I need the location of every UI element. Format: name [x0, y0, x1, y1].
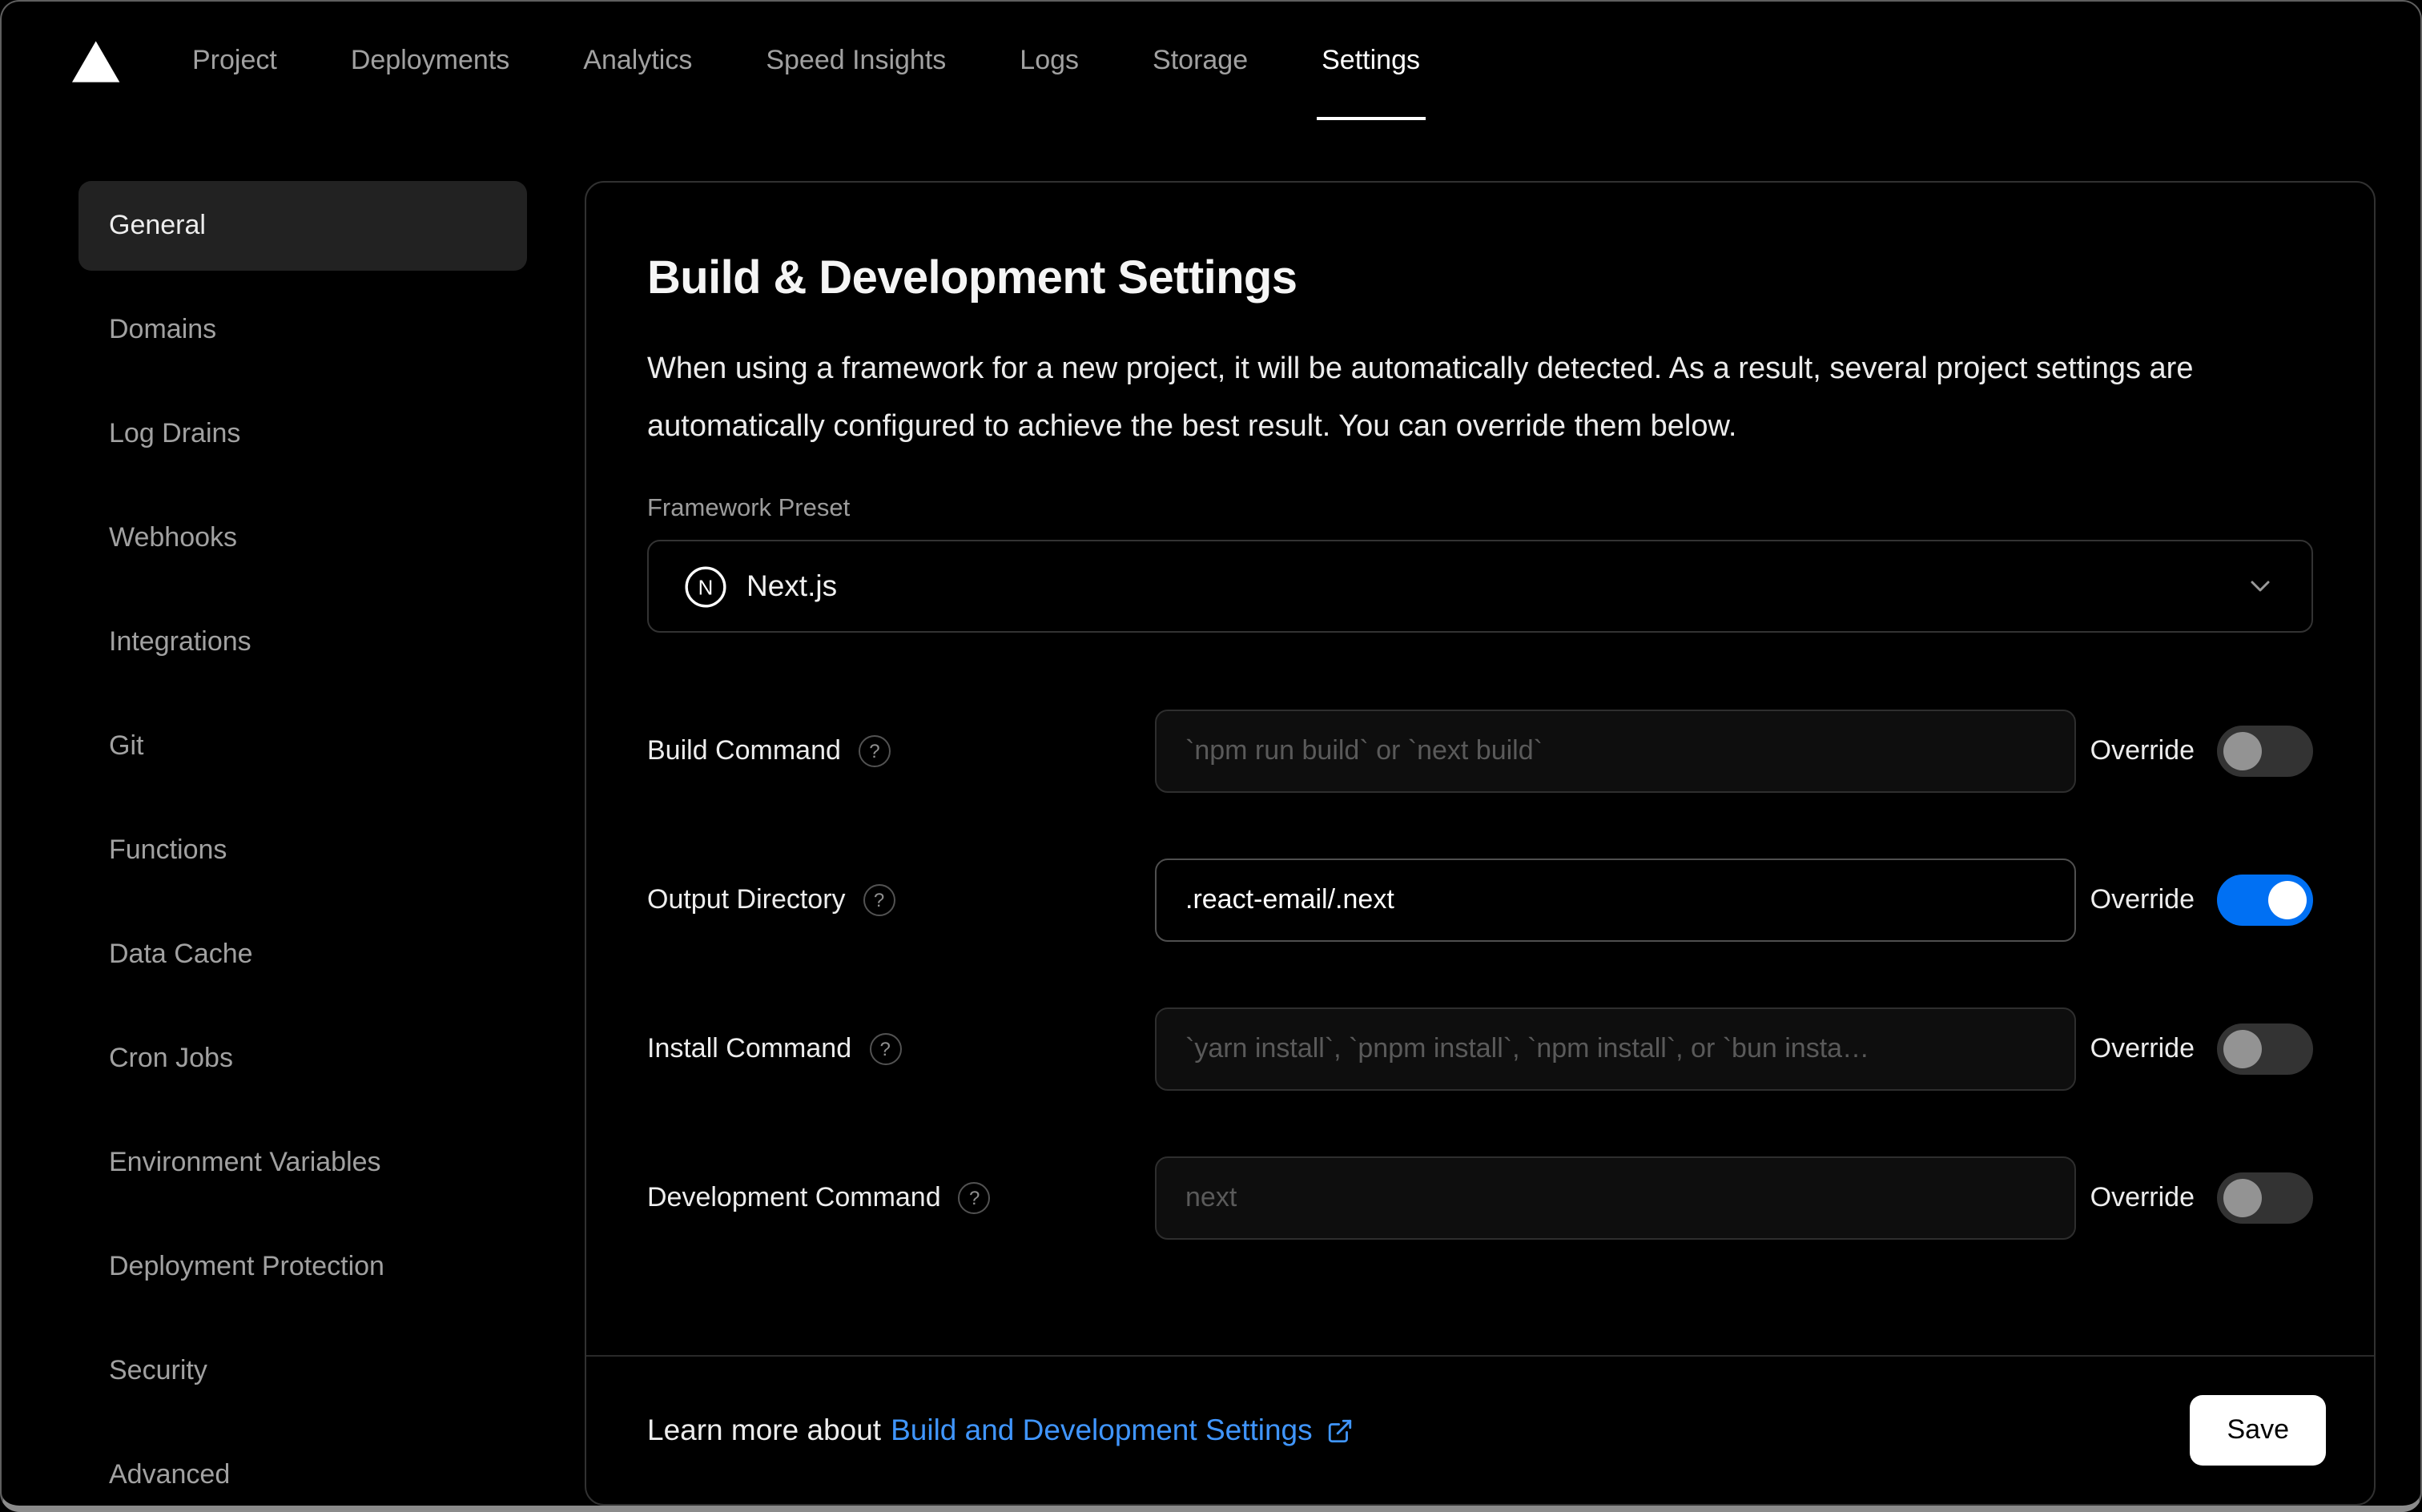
install-command-override-toggle[interactable] [2217, 1023, 2313, 1075]
development-command-label: Development Command ? [647, 1182, 1155, 1214]
output-directory-row: Output Directory ? Override [647, 859, 2313, 942]
settings-content: General Domains Log Drains Webhooks Inte… [2, 120, 2420, 1506]
output-directory-input[interactable] [1155, 859, 2076, 942]
nav-tab-settings[interactable]: Settings [1317, 2, 1426, 120]
development-command-label-text: Development Command [647, 1182, 941, 1212]
build-command-label-text: Build Command [647, 735, 841, 766]
nav-tab-speed-insights[interactable]: Speed Insights [761, 2, 951, 120]
sidebar-item-advanced[interactable]: Advanced [78, 1430, 527, 1506]
override-label: Override [2090, 884, 2195, 915]
install-command-label-text: Install Command [647, 1033, 852, 1064]
development-command-row: Development Command ? Override [647, 1156, 2313, 1240]
sidebar-item-webhooks[interactable]: Webhooks [78, 493, 527, 583]
build-command-override-toggle[interactable] [2217, 726, 2313, 777]
section-title: Build & Development Settings [647, 253, 1298, 304]
nav-tab-logs[interactable]: Logs [1015, 2, 1084, 120]
build-settings-body: Build & Development Settings When using … [586, 183, 2374, 1355]
output-directory-override: Override [2090, 875, 2313, 926]
toggle-knob [2268, 881, 2307, 919]
nav-tab-analytics[interactable]: Analytics [578, 2, 697, 120]
toggle-knob [2223, 1030, 2262, 1068]
build-settings-card: Build & Development Settings When using … [585, 181, 2376, 1506]
build-command-row: Build Command ? Override [647, 710, 2313, 793]
save-button[interactable]: Save [2190, 1395, 2326, 1466]
install-command-override: Override [2090, 1023, 2313, 1075]
output-directory-override-toggle[interactable] [2217, 875, 2313, 926]
sidebar-item-deployment-protection[interactable]: Deployment Protection [78, 1222, 527, 1312]
install-command-input[interactable] [1155, 1007, 2076, 1091]
vercel-logo-icon[interactable] [72, 2, 120, 120]
sidebar-item-security[interactable]: Security [78, 1326, 527, 1416]
card-footer: Learn more about Build and Development S… [586, 1355, 2374, 1504]
sidebar-item-general[interactable]: General [78, 181, 527, 271]
sidebar-item-data-cache[interactable]: Data Cache [78, 910, 527, 999]
sidebar-item-log-drains[interactable]: Log Drains [78, 389, 527, 479]
main-nav: Project Deployments Analytics Speed Insi… [187, 2, 1426, 120]
svg-text:N: N [698, 576, 714, 598]
toggle-knob [2223, 1179, 2262, 1217]
output-directory-help-icon[interactable]: ? [863, 884, 895, 916]
toggle-knob [2223, 732, 2262, 770]
chevron-down-icon [2244, 570, 2276, 602]
command-rows: Build Command ? Override Output D [647, 710, 2313, 1240]
learn-more-text: Learn more about Build and Development S… [647, 1413, 1354, 1448]
build-command-override: Override [2090, 726, 2313, 777]
sidebar-item-cron-jobs[interactable]: Cron Jobs [78, 1014, 527, 1104]
learn-more-prefix: Learn more about [647, 1413, 882, 1446]
nextjs-logo-icon: N [684, 565, 727, 608]
override-label: Override [2090, 1182, 2195, 1212]
install-command-row: Install Command ? Override [647, 1007, 2313, 1091]
framework-preset-label: Framework Preset [647, 495, 851, 522]
framework-preset-value: Next.js [746, 569, 838, 602]
nav-tab-storage[interactable]: Storage [1148, 2, 1253, 120]
learn-more-link-text: Build and Development Settings [891, 1413, 1313, 1446]
sidebar-item-domains[interactable]: Domains [78, 285, 527, 375]
install-command-label: Install Command ? [647, 1033, 1155, 1065]
top-nav: Project Deployments Analytics Speed Insi… [2, 2, 2420, 120]
sidebar-item-functions[interactable]: Functions [78, 806, 527, 895]
sidebar-item-integrations[interactable]: Integrations [78, 597, 527, 687]
learn-more-link[interactable]: Build and Development Settings [891, 1413, 1354, 1448]
development-command-override: Override [2090, 1172, 2313, 1224]
nav-tab-deployments[interactable]: Deployments [346, 2, 514, 120]
external-link-icon [1327, 1417, 1354, 1444]
build-command-help-icon[interactable]: ? [858, 735, 891, 767]
override-label: Override [2090, 735, 2195, 766]
nav-tab-project[interactable]: Project [187, 2, 282, 120]
development-command-help-icon[interactable]: ? [958, 1182, 991, 1214]
development-command-override-toggle[interactable] [2217, 1172, 2313, 1224]
settings-sidebar: General Domains Log Drains Webhooks Inte… [78, 181, 527, 1506]
sidebar-item-environment-variables[interactable]: Environment Variables [78, 1118, 527, 1208]
output-directory-label-text: Output Directory [647, 884, 846, 915]
build-command-input[interactable] [1155, 710, 2076, 793]
output-directory-label: Output Directory ? [647, 884, 1155, 916]
development-command-input[interactable] [1155, 1156, 2076, 1240]
section-description: When using a framework for a new project… [647, 352, 2194, 444]
app-window: Project Deployments Analytics Speed Insi… [0, 0, 2422, 1512]
override-label: Override [2090, 1033, 2195, 1064]
framework-preset-select[interactable]: N Next.js [647, 540, 2313, 633]
build-command-label: Build Command ? [647, 735, 1155, 767]
sidebar-item-git[interactable]: Git [78, 702, 527, 791]
install-command-help-icon[interactable]: ? [869, 1033, 902, 1065]
